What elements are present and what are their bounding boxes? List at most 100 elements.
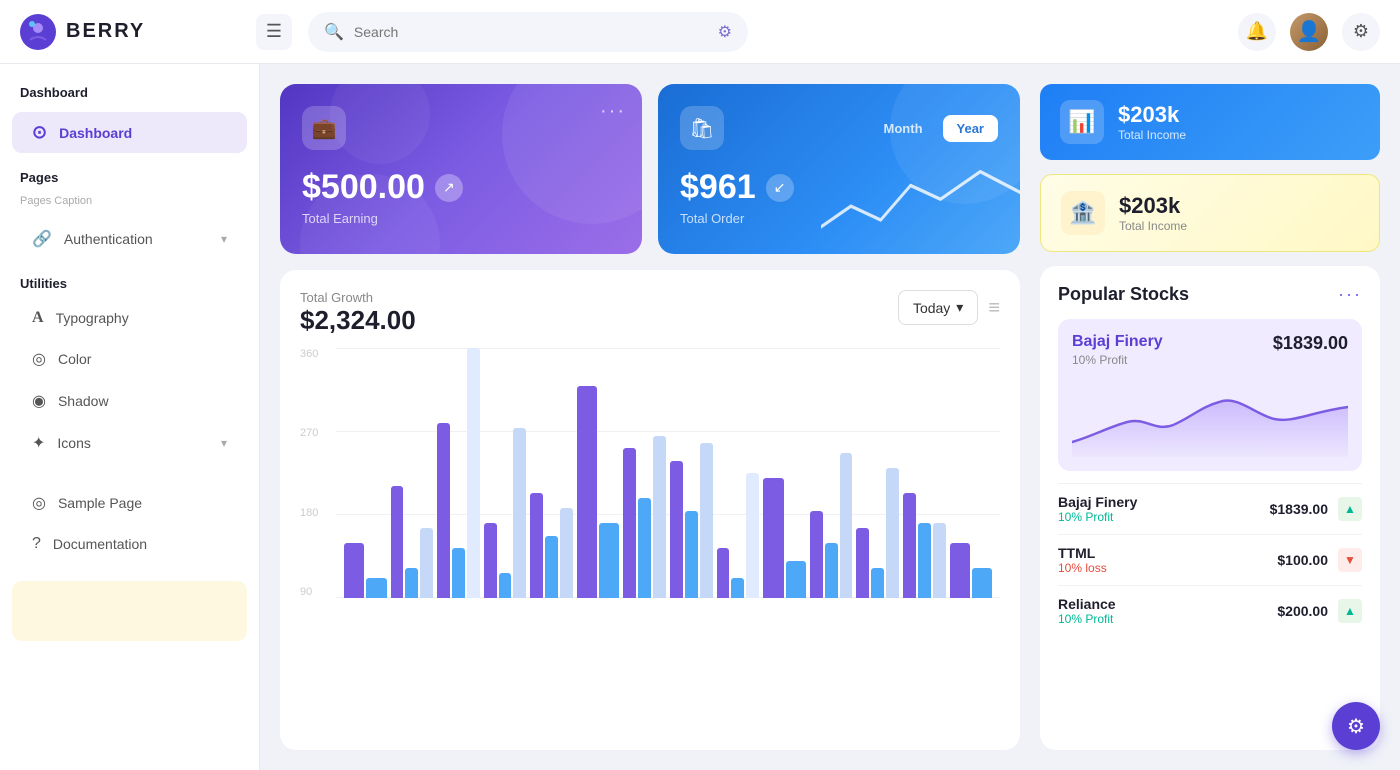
sidebar-item-authentication[interactable]: 🔗 Authentication ▾ (12, 219, 247, 259)
settings-button[interactable]: ⚙ (1342, 13, 1380, 51)
sidebar-item-dashboard[interactable]: ⊙ Dashboard (12, 112, 247, 153)
section-pages-label: Pages (0, 155, 259, 191)
docs-icon: ? (32, 535, 41, 553)
income2-text: $203k Total Income (1119, 193, 1187, 233)
order-card-icon: 🛍 (680, 106, 724, 150)
income1-label: Total Income (1118, 128, 1186, 142)
sidebar-item-color[interactable]: ◎ Color (12, 339, 247, 379)
chart-title-area: Total Growth $2,324.00 (300, 290, 416, 336)
stock-badge-bajaj: ▲ (1338, 497, 1362, 521)
chart-menu-icon[interactable]: ≡ (988, 298, 1000, 318)
stock-rows: Bajaj Finery 10% Profit $1839.00 ▲ TTML … (1058, 483, 1362, 636)
fab-settings-button[interactable]: ⚙ (1332, 702, 1380, 750)
logo-text: BERRY (66, 20, 145, 43)
chart-y-axis: 360 270 180 90 (300, 348, 336, 598)
sidebar-item-icons[interactable]: ✦ Icons ▾ (12, 423, 247, 463)
stock-right-bajaj: $1839.00 ▲ (1270, 497, 1362, 521)
avatar[interactable]: 👤 (1290, 13, 1328, 51)
icons-icon: ✦ (32, 433, 45, 453)
stocks-featured: Bajaj Finery 10% Profit $1839.00 (1058, 319, 1362, 471)
bars-area (336, 348, 1000, 598)
sidebar-bottom (0, 565, 259, 641)
sidebar-item-documentation[interactable]: ? Documentation (12, 525, 247, 563)
dashboard-icon: ⊙ (32, 122, 47, 143)
income2-label: Total Income (1119, 219, 1187, 233)
stock-badge-reliance: ▲ (1338, 599, 1362, 623)
chart-card: Total Growth $2,324.00 Today ▾ ≡ (280, 270, 1020, 750)
cards-row: 💼 ··· $500.00 ↗ Total Earning 🛍 (280, 84, 1020, 254)
stock-profit-bajaj: 10% Profit (1058, 510, 1137, 524)
stock-name-ttml: TTML (1058, 545, 1107, 561)
logo-icon (20, 14, 56, 50)
chart-area: 360 270 180 90 (300, 348, 1000, 598)
stocks-title: Popular Stocks (1058, 284, 1189, 305)
stock-badge-ttml: ▼ (1338, 548, 1362, 572)
y-label-90: 90 (300, 586, 336, 598)
income-card-2: 🏦 $203k Total Income (1040, 174, 1380, 252)
dropdown-arrow-icon: ▾ (956, 299, 963, 316)
stock-name-bajaj: Bajaj Finery (1058, 494, 1137, 510)
sample-page-icon: ◎ (32, 493, 46, 513)
card-total-earning: 💼 ··· $500.00 ↗ Total Earning (280, 84, 642, 254)
featured-price: $1839.00 (1273, 333, 1348, 354)
stocks-header: Popular Stocks ··· (1058, 284, 1362, 305)
income1-amount: $203k (1118, 102, 1186, 128)
shadow-icon: ◉ (32, 391, 46, 411)
search-bar: 🔍 ⚙ (308, 12, 748, 52)
order-wave-chart (821, 144, 1020, 255)
chart-header: Total Growth $2,324.00 Today ▾ ≡ (300, 290, 1000, 336)
income1-icon: 📊 (1060, 100, 1104, 144)
featured-profit: 10% Profit (1072, 353, 1163, 367)
stocks-card: Popular Stocks ··· Bajaj Finery 10% Prof… (1040, 266, 1380, 750)
sidebar-item-shadow[interactable]: ◉ Shadow (12, 381, 247, 421)
search-icon: 🔍 (324, 22, 344, 42)
sidebar-item-sample-page[interactable]: ◎ Sample Page (12, 483, 247, 523)
logo-area: BERRY (20, 14, 240, 50)
stocks-menu-icon[interactable]: ··· (1338, 284, 1362, 305)
featured-chart (1072, 377, 1348, 457)
stock-right-ttml: $100.00 ▼ (1277, 548, 1362, 572)
y-label-360: 360 (300, 348, 336, 360)
y-label-270: 270 (300, 427, 336, 439)
main-content: 💼 ··· $500.00 ↗ Total Earning 🛍 (260, 64, 1400, 770)
content-right: 📊 $203k Total Income 🏦 $203k Total Incom… (1040, 84, 1380, 750)
stock-info-reliance: Reliance 10% Profit (1058, 596, 1116, 626)
sidebar-bottom-promo (12, 581, 247, 641)
y-label-180: 180 (300, 507, 336, 519)
header-right: 🔔 👤 ⚙ (1238, 13, 1380, 51)
stock-right-reliance: $200.00 ▲ (1277, 599, 1362, 623)
pages-caption: Pages Caption (0, 191, 259, 217)
stock-row-bajaj: Bajaj Finery 10% Profit $1839.00 ▲ (1058, 483, 1362, 534)
income2-icon: 🏦 (1061, 191, 1105, 235)
featured-top: Bajaj Finery 10% Profit $1839.00 (1072, 333, 1348, 367)
card-total-order: 🛍 Month Year $961 ↙ Total Order (658, 84, 1020, 254)
sidebar-item-typography[interactable]: A Typography (12, 299, 247, 337)
content-left: 💼 ··· $500.00 ↗ Total Earning 🛍 (280, 84, 1020, 750)
earning-trend-icon: ↗ (435, 174, 463, 202)
chevron-down-icon: ▾ (221, 232, 227, 246)
today-button[interactable]: Today ▾ (898, 290, 978, 325)
typography-icon: A (32, 309, 44, 327)
stock-price-ttml: $100.00 (1277, 552, 1328, 568)
earning-card-menu[interactable]: ··· (600, 100, 626, 123)
icons-chevron-icon: ▾ (221, 436, 227, 450)
income-card-1: 📊 $203k Total Income (1040, 84, 1380, 160)
income2-amount: $203k (1119, 193, 1187, 219)
stock-row-ttml: TTML 10% loss $100.00 ▼ (1058, 534, 1362, 585)
stock-price-bajaj: $1839.00 (1270, 501, 1328, 517)
search-input[interactable] (354, 24, 708, 40)
chart-controls: Today ▾ ≡ (898, 290, 1000, 325)
sidebar: Dashboard ⊙ Dashboard Pages Pages Captio… (0, 64, 260, 770)
notification-button[interactable]: 🔔 (1238, 13, 1276, 51)
filter-icon[interactable]: ⚙ (718, 22, 732, 42)
chart-amount: $2,324.00 (300, 305, 416, 336)
stock-name-reliance: Reliance (1058, 596, 1116, 612)
stock-price-reliance: $200.00 (1277, 603, 1328, 619)
auth-icon: 🔗 (32, 229, 52, 249)
featured-info: Bajaj Finery 10% Profit (1072, 333, 1163, 367)
hamburger-button[interactable]: ☰ (256, 14, 292, 50)
section-dashboard-label: Dashboard (0, 80, 259, 110)
order-amount: $961 (680, 168, 756, 207)
bars-container (336, 348, 1000, 598)
stock-profit-reliance: 10% Profit (1058, 612, 1116, 626)
